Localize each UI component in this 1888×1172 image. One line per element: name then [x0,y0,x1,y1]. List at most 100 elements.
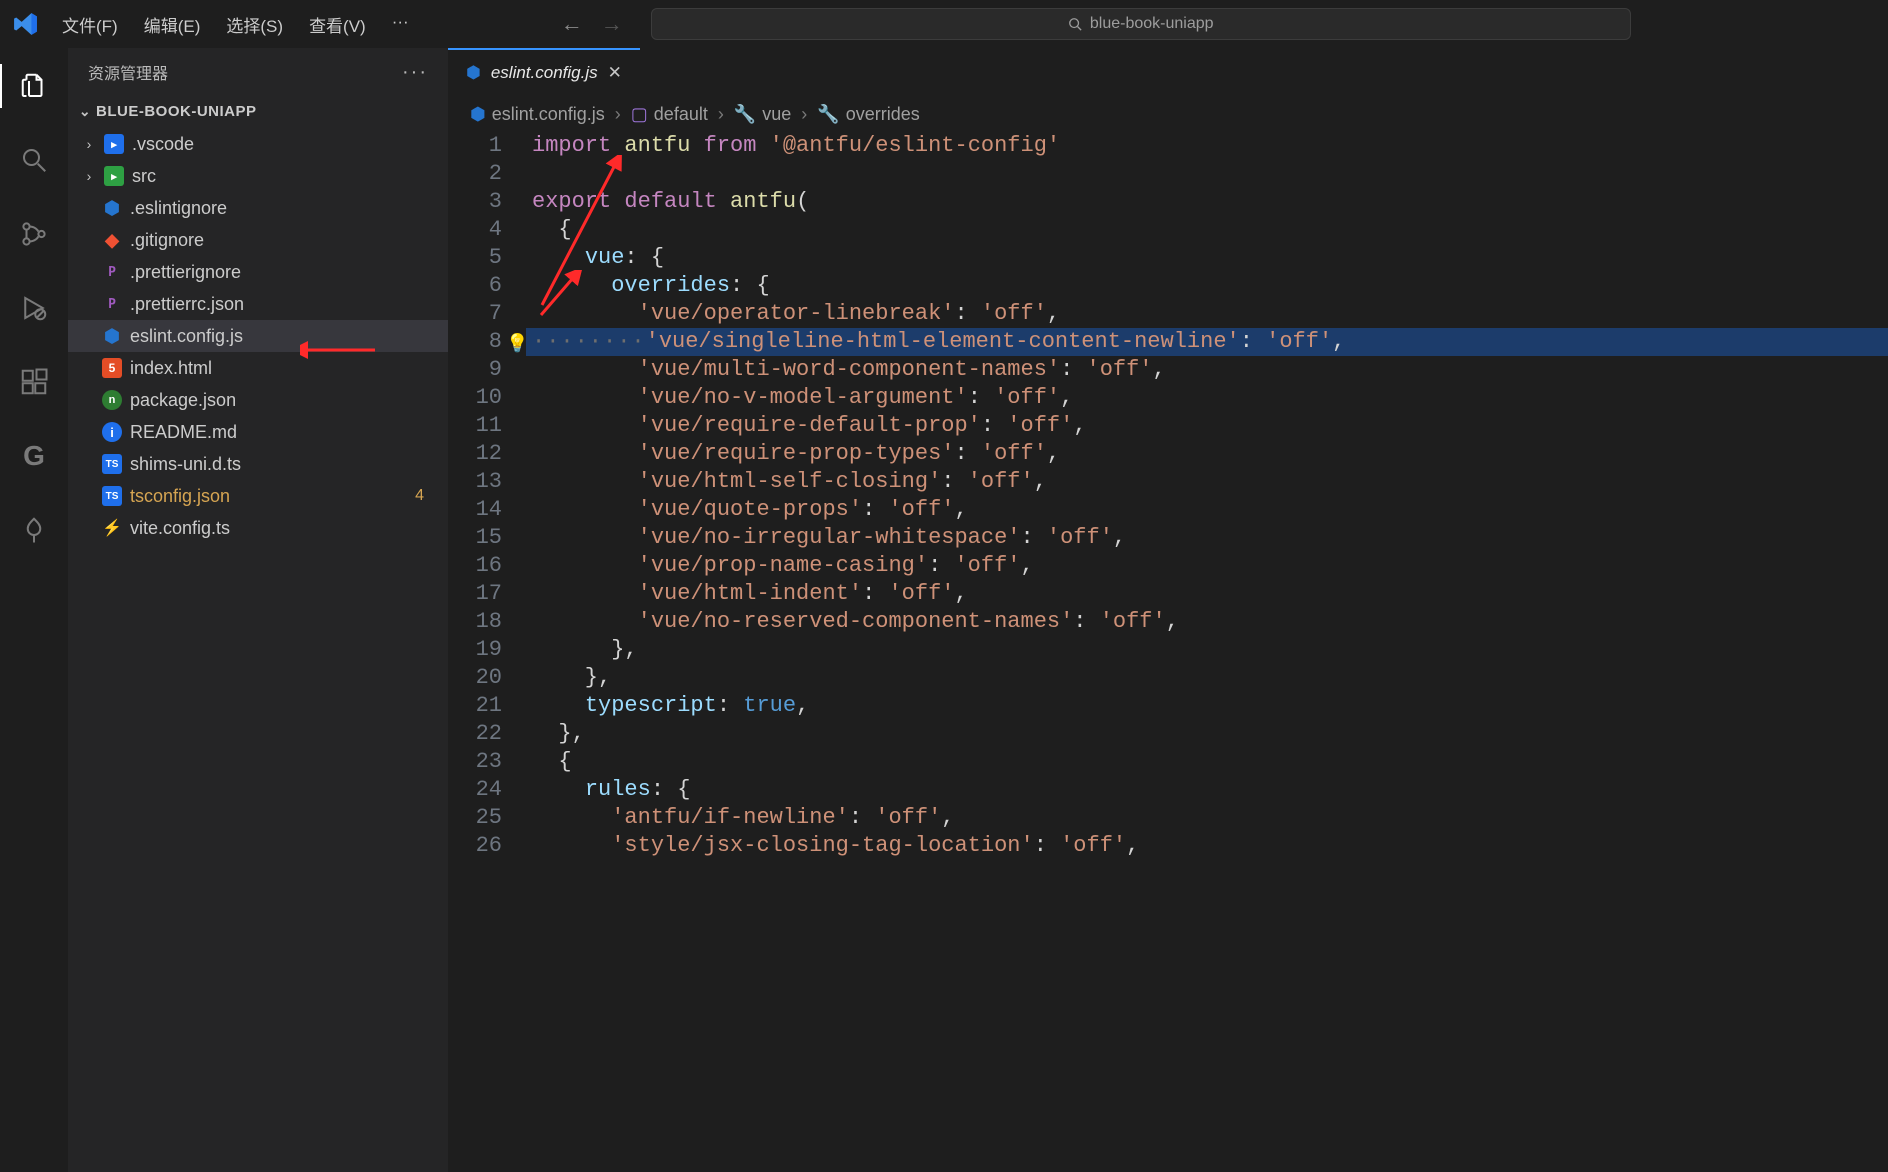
file-label: README.md [130,422,237,443]
file-row[interactable]: TS shims-uni.d.ts [68,448,448,480]
code-token: 'off' [888,580,954,608]
activity-run-debug-icon[interactable] [0,280,68,336]
folder-row[interactable]: ›▸.vscode [68,128,448,160]
menu-item[interactable]: 查看(V) [297,6,378,43]
code-token: : { [730,272,770,300]
menu-item[interactable]: 选择(S) [214,6,295,43]
code-token: : [862,580,888,608]
code-line[interactable]: typescript: true, [526,692,1888,720]
breadcrumb-item[interactable]: ▢default [631,104,708,125]
file-row[interactable]: TStsconfig.json4 [68,480,448,512]
code-line[interactable]: export default antfu( [526,188,1888,216]
code-line[interactable] [526,160,1888,188]
tab-eslint-config[interactable]: ⬢ eslint.config.js ✕ [448,48,640,96]
file-row[interactable]: P.prettierrc.json [68,288,448,320]
file-row[interactable]: ◆.gitignore [68,224,448,256]
activity-search-icon[interactable] [0,132,68,188]
code-line[interactable]: 'vue/prop-name-casing': 'off', [526,552,1888,580]
eslint-file-icon: ⬢ [470,104,486,125]
code-token [532,272,611,300]
activity-tree-icon[interactable] [0,502,68,558]
code-token: 'off' [1060,832,1126,860]
line-number: 22 [448,720,502,748]
nav-forward-icon[interactable]: → [601,11,623,37]
line-number: 10 [448,384,502,412]
menu-item[interactable]: ··· [380,6,421,43]
code-token [532,384,638,412]
code-token: , [954,580,967,608]
file-row[interactable]: ⬢.eslintignore [68,192,448,224]
file-tree: ›▸.vscode›▸src⬢.eslintignore◆.gitignoreP… [68,126,448,544]
code-line[interactable]: 'vue/no-v-model-argument': 'off', [526,384,1888,412]
tab-close-icon[interactable]: ✕ [608,63,622,83]
file-label: shims-uni.d.ts [130,454,241,475]
code-editor[interactable]: 1234567891011121314151617181920212223242… [448,132,1888,1172]
folder-row[interactable]: ›▸src [68,160,448,192]
activity-source-control-icon[interactable] [0,206,68,262]
code-token: : [981,412,1007,440]
code-line[interactable]: 'vue/quote-props': 'off', [526,496,1888,524]
code-line[interactable]: 'vue/no-irregular-whitespace': 'off', [526,524,1888,552]
code-line[interactable]: }, [526,664,1888,692]
activity-git-icon[interactable]: G [0,428,68,484]
menu-item[interactable]: 编辑(E) [132,6,213,43]
code-line[interactable]: }, [526,720,1888,748]
file-row[interactable]: ⬢eslint.config.js [68,320,448,352]
file-label: tsconfig.json [130,486,230,507]
code-line[interactable]: 'vue/html-indent': 'off', [526,580,1888,608]
code-token: : { [624,244,664,272]
code-line[interactable]: 'vue/require-prop-types': 'off', [526,440,1888,468]
line-number: 3 [448,188,502,216]
code-line[interactable]: 'vue/operator-linebreak': 'off', [526,300,1888,328]
tab-label: eslint.config.js [491,63,598,83]
code-token: : [968,384,994,412]
code-line[interactable]: 'vue/no-reserved-component-names': 'off'… [526,608,1888,636]
file-label: .prettierignore [130,262,241,283]
code-token [532,776,585,804]
code-line[interactable]: { [526,216,1888,244]
line-number: 18 [448,608,502,636]
code-line[interactable]: import antfu from '@antfu/eslint-config' [526,132,1888,160]
code-line[interactable]: overrides: { [526,272,1888,300]
file-label: .vscode [132,134,194,155]
file-row[interactable]: npackage.json [68,384,448,416]
code-line[interactable]: 'antfu/if-newline': 'off', [526,804,1888,832]
code-line[interactable]: 'vue/multi-word-component-names': 'off', [526,356,1888,384]
code-line[interactable]: { [526,748,1888,776]
line-number: 14 [448,496,502,524]
breadcrumb-label: overrides [846,104,920,125]
sidebar-more-icon[interactable]: ··· [402,61,428,84]
breadcrumb-item[interactable]: ⬢eslint.config.js [470,104,605,125]
code-line[interactable]: 'vue/html-self-closing': 'off', [526,468,1888,496]
file-row[interactable]: P.prettierignore [68,256,448,288]
code-line[interactable]: 'style/jsx-closing-tag-location': 'off', [526,832,1888,860]
code-line[interactable]: 'vue/require-default-prop': 'off', [526,412,1888,440]
activity-extensions-icon[interactable] [0,354,68,410]
line-number: 8 [448,328,502,356]
file-row[interactable]: 5index.html [68,352,448,384]
code-token: , [954,496,967,524]
breadcrumb-item[interactable]: 🔧overrides [817,104,919,125]
menu-item[interactable]: 文件(F) [50,6,130,43]
file-row[interactable]: ⚡vite.config.ts [68,512,448,544]
code-token: 'off' [888,496,954,524]
breadcrumb-item[interactable]: 🔧vue [734,104,791,125]
code-line[interactable]: }, [526,636,1888,664]
activity-explorer-icon[interactable] [0,58,68,114]
code-token: , [1153,356,1166,384]
project-header[interactable]: ⌄ BLUE-BOOK-UNIAPP [68,96,448,126]
code-token: 'off' [994,384,1060,412]
code-line[interactable]: 💡········'vue/singleline-html-element-co… [526,328,1888,356]
breadcrumb[interactable]: ⬢eslint.config.js›▢default›🔧vue›🔧overrid… [448,96,1888,132]
code-line[interactable]: vue: { [526,244,1888,272]
code-line[interactable]: rules: { [526,776,1888,804]
code-token: : [954,440,980,468]
nav-back-icon[interactable]: ← [561,11,583,37]
code-token: , [1047,300,1060,328]
code-token [532,692,585,720]
code-body[interactable]: import antfu from '@antfu/eslint-config'… [526,132,1888,1172]
file-row[interactable]: iREADME.md [68,416,448,448]
command-center[interactable]: blue-book-uniapp [651,8,1631,40]
file-icon: TS [102,454,122,474]
lightbulb-icon[interactable]: 💡 [506,331,528,359]
